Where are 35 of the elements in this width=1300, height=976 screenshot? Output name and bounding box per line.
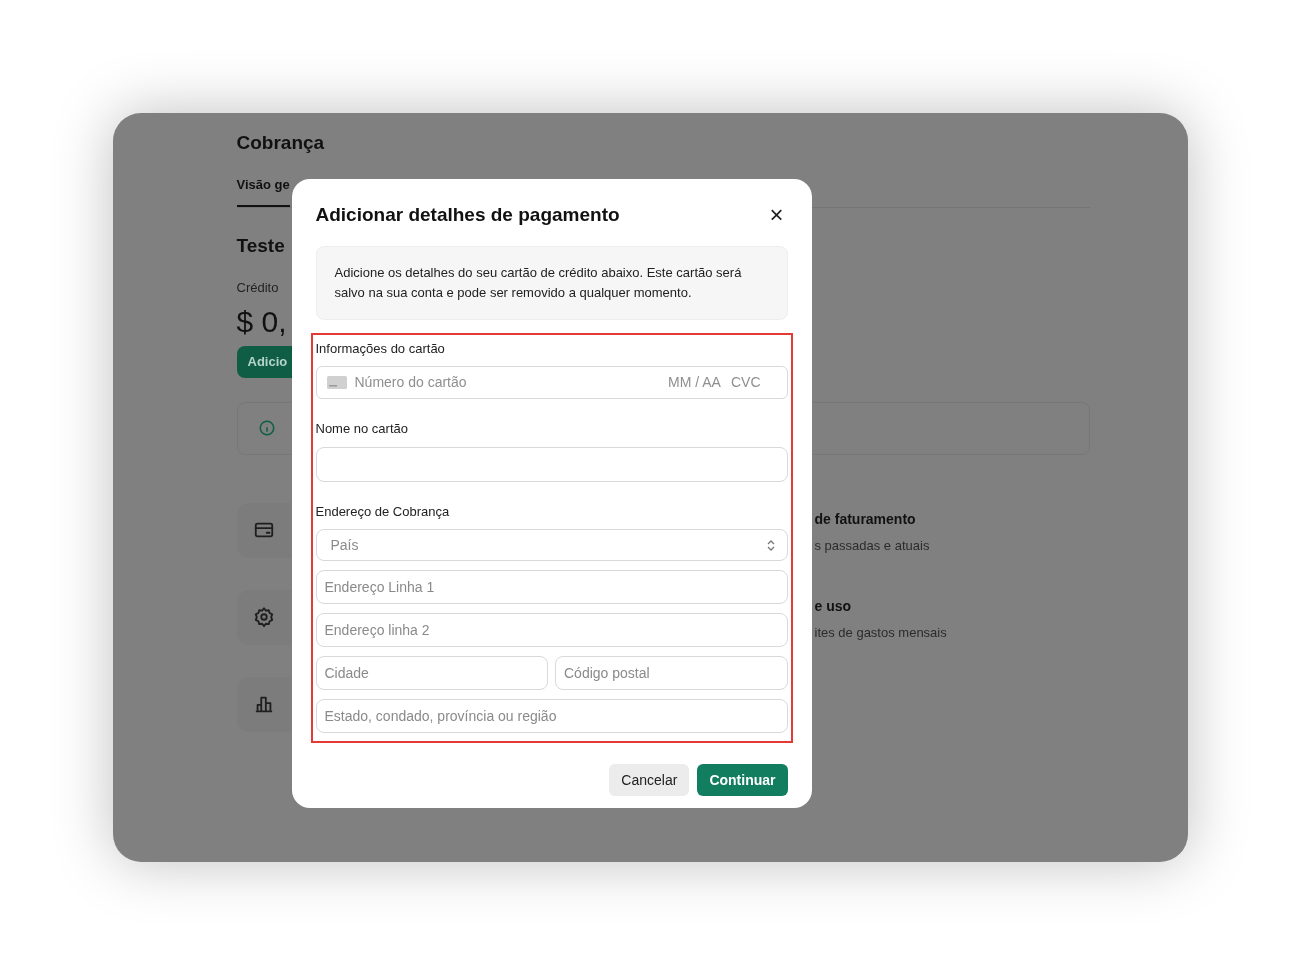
continue-button[interactable]: Continuar [697, 764, 788, 796]
credit-card-icon [326, 376, 347, 389]
expiry-placeholder: MM / AA [668, 373, 721, 392]
tab[interactable]: Visão ge [236, 175, 290, 207]
postal-code-field[interactable]: Código postal [555, 656, 788, 690]
section-title: Teste [236, 233, 286, 258]
option-tile[interactable] [236, 502, 291, 558]
page-title: Cobrança [236, 131, 326, 155]
country-select[interactable]: País [315, 529, 788, 561]
cvc-placeholder: CVC [730, 373, 761, 392]
close-button[interactable]: × [769, 203, 784, 228]
credit-amount: $ 0, [236, 303, 288, 340]
city-field[interactable]: Cidade [315, 656, 548, 690]
region-field[interactable]: Estado, condado, província ou região [315, 699, 788, 733]
notice-box: Adicione os detalhes do seu cartão de crédito abaixo. Este cartão será salvo na sua conta e pode ser removido a qualquer momento. [315, 245, 788, 320]
chevron-updown-icon [766, 539, 775, 551]
field-label: Informações do cartão [315, 339, 446, 358]
option-tile[interactable] [236, 589, 291, 645]
field-label: Nome no cartão [315, 420, 409, 438]
settings-icon [252, 606, 275, 628]
dialog-title: Adicionar detalhes de pagamento [315, 203, 620, 227]
address-line-field[interactable]: Endereço linha 2 [315, 613, 788, 647]
name-field[interactable] [315, 446, 788, 482]
option-title: e uso [814, 596, 853, 616]
credit-label: Crédito [236, 279, 279, 297]
cancel-button[interactable]: Cancelar [609, 764, 690, 796]
card-number-placeholder: Número do cartão [354, 373, 468, 392]
field-label: Endereço de Cobrança [315, 502, 451, 521]
option-tile[interactable] [236, 676, 291, 732]
option-title: de faturamento [814, 509, 917, 529]
option-subtitle: s passadas e atuais [814, 536, 930, 555]
card-number-field[interactable]: Número do cartão MM / AA CVC [315, 366, 788, 399]
address-line-field[interactable]: Endereço Linha 1 [315, 570, 788, 604]
option-subtitle: ites de gastos mensais [814, 623, 947, 642]
info-icon [257, 419, 276, 437]
